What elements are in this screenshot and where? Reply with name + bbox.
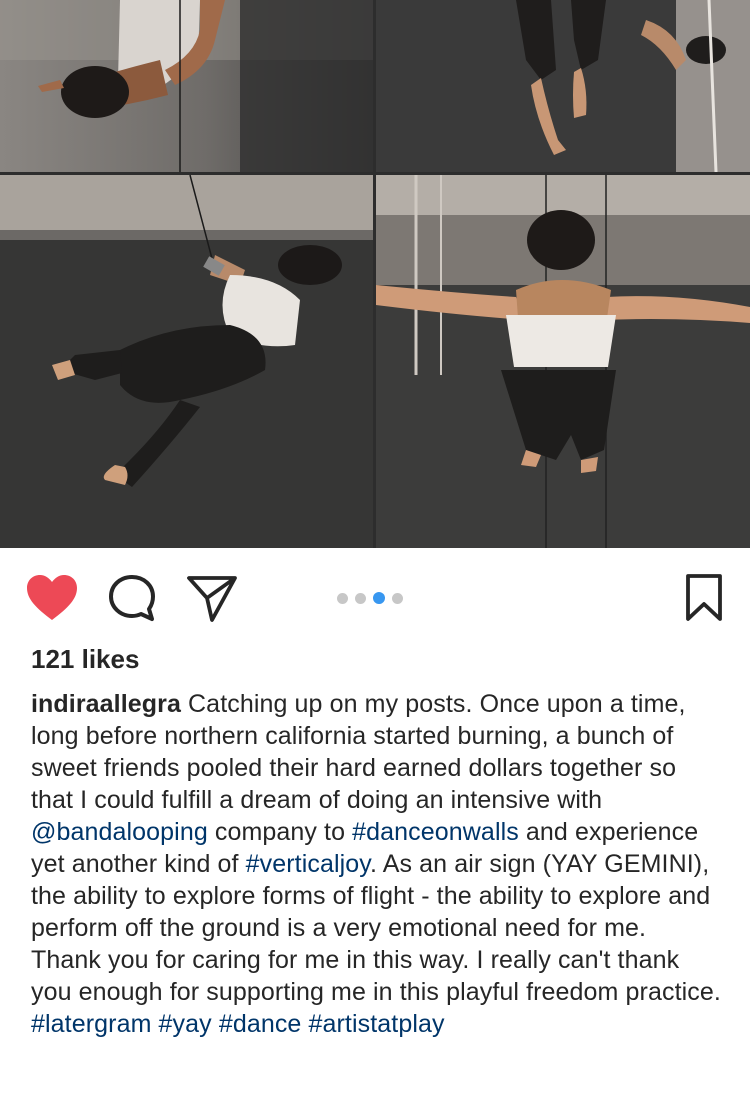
post-caption: indiraallegra Catching up on my posts. O… (31, 688, 721, 1040)
hashtag-link[interactable]: #dance (219, 1010, 302, 1038)
hashtag-link[interactable]: #yay (159, 1010, 212, 1038)
likes-count[interactable]: 121 likes (31, 644, 139, 675)
carousel-dot (337, 592, 348, 604)
hashtag-link[interactable]: #latergram (31, 1010, 152, 1038)
caption-text (212, 1010, 219, 1038)
heart-icon[interactable] (26, 574, 78, 622)
hashtag-link[interactable]: #verticaljoy (246, 850, 370, 878)
comment-icon[interactable] (107, 573, 157, 623)
carousel-dot (355, 592, 366, 604)
mention-link[interactable]: @bandalooping (31, 818, 208, 846)
caption-text: company to (207, 818, 353, 846)
hashtag-link[interactable]: #danceonwalls (352, 818, 519, 846)
paper-plane-icon[interactable] (186, 574, 238, 622)
hashtag-link[interactable]: #artistatplay (308, 1010, 444, 1038)
photo-tile-upside-down-dancer (0, 0, 373, 172)
carousel-dot-active (373, 592, 385, 604)
caption-text (152, 1010, 159, 1038)
photo-tile-dancer-arms-outstretched (376, 175, 750, 548)
post-photo-collage[interactable] (0, 0, 750, 548)
carousel-dot (392, 592, 403, 604)
caption-username[interactable]: indiraallegra (31, 690, 181, 718)
post-action-bar (0, 548, 750, 644)
photo-tile-dancer-in-harness (0, 175, 373, 548)
bookmark-icon[interactable] (684, 573, 724, 623)
photo-tile-dancer-legs (376, 0, 750, 172)
carousel-indicator (337, 591, 403, 605)
